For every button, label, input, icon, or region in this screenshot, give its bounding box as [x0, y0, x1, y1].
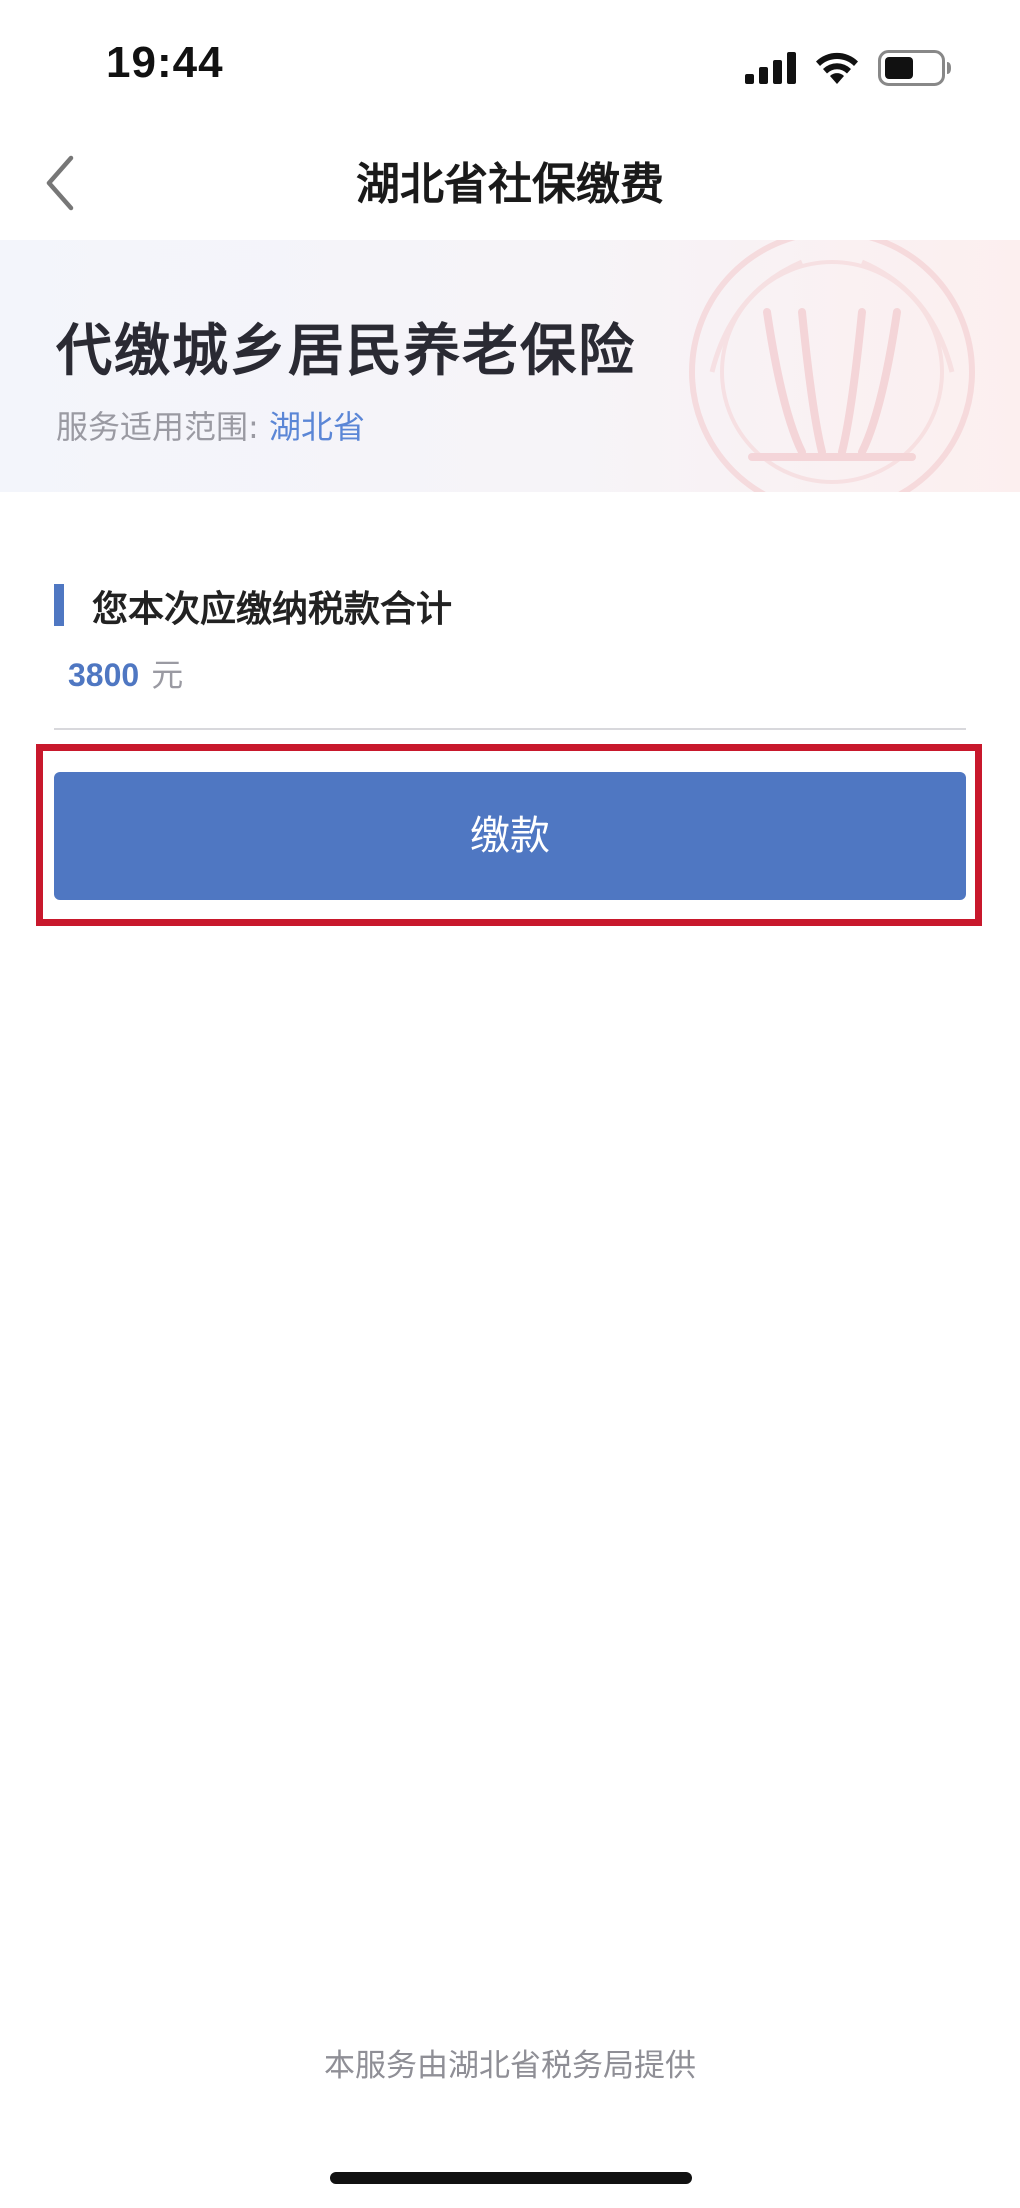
footer-provider-note: 本服务由湖北省税务局提供	[324, 2048, 696, 2084]
battery-icon	[878, 50, 951, 86]
tax-amount-heading: 您本次应缴纳税款合计	[92, 589, 453, 630]
tax-emblem-watermark-icon	[689, 240, 975, 492]
page-title: 湖北省社保缴费	[356, 159, 664, 210]
tax-amount-unit: 元	[151, 656, 184, 694]
divider	[54, 728, 966, 730]
service-title: 代缴城乡居民养老保险	[56, 319, 636, 384]
nav-bar: 湖北省社保缴费	[0, 130, 1020, 240]
status-time: 19:44	[106, 38, 224, 87]
home-indicator[interactable]	[330, 2172, 692, 2184]
service-scope-label: 服务适用范围:	[56, 408, 259, 446]
tax-amount-value: 3800	[68, 657, 140, 693]
service-banner: 代缴城乡居民养老保险 服务适用范围: 湖北省	[0, 240, 1020, 492]
service-scope-value: 湖北省	[268, 408, 365, 446]
back-button[interactable]	[30, 148, 90, 218]
pay-button[interactable]: 缴款	[54, 772, 966, 900]
page: 19:44 湖北省社保缴费 代缴城乡居民养老保险 服务适用范围: 湖北省 您本次…	[0, 0, 1020, 2208]
chevron-left-icon	[46, 155, 74, 211]
wifi-icon	[816, 52, 858, 84]
section-marker	[54, 584, 64, 626]
tax-amount: 3800 元	[68, 650, 183, 696]
status-bar: 19:44	[0, 0, 1020, 130]
cellular-signal-icon	[745, 52, 796, 84]
service-scope: 服务适用范围: 湖北省	[56, 402, 365, 448]
